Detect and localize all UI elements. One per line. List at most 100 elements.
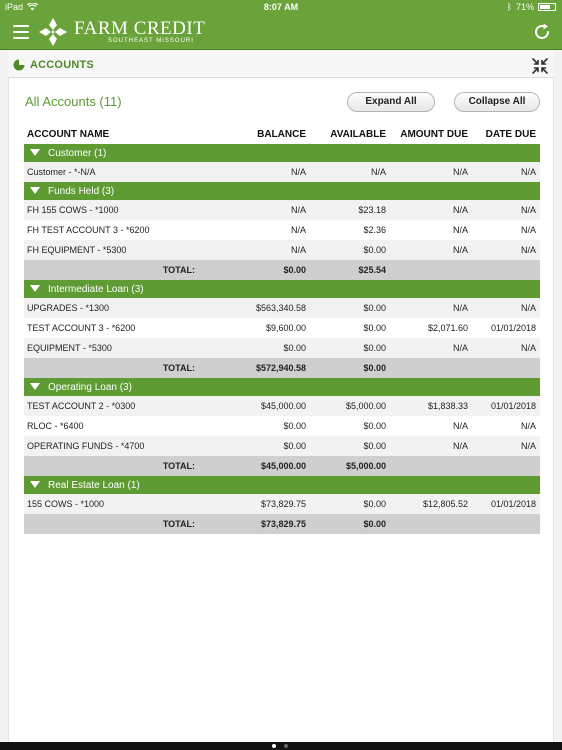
value-cell: $1,838.33 [390, 396, 472, 416]
value-cell: N/A [472, 298, 540, 318]
table-row[interactable]: UPGRADES - *1300 $563,340.58 $0.00 N/A N/A [24, 298, 540, 318]
battery-percent: 71% [515, 2, 534, 12]
value-cell: $0.00 [363, 421, 386, 431]
value-cell: $0.00 [199, 436, 310, 456]
account-name-cell: Customer - *-N/A [24, 162, 199, 182]
account-name-cell: 155 COWS - *1000 [24, 494, 199, 514]
value-cell: 01/01/2018 [472, 494, 540, 514]
page-indicator-bar [0, 742, 562, 750]
table-row[interactable]: FH TEST ACCOUNT 3 - *6200 N/A $2.36 N/A N/A [24, 220, 540, 240]
battery-icon [538, 3, 556, 11]
value-cell: N/A [199, 162, 310, 182]
value-cell: N/A [310, 162, 390, 182]
value-cell: N/A [452, 225, 468, 235]
triangle-down-icon[interactable] [30, 285, 40, 293]
leaf-logo-icon [39, 18, 67, 46]
account-name-cell: FH EQUIPMENT - *5300 [24, 240, 199, 260]
table-row[interactable]: Customer - *-N/A N/A N/A N/A N/A [24, 162, 540, 182]
table-row[interactable]: TEST ACCOUNT 2 - *0300 $45,000.00 $5,000.0… [24, 396, 540, 416]
accounts-table: ACCOUNT NAME BALANCE AVAILABLE AMOUNT DU… [24, 124, 540, 534]
value-cell: N/A [472, 240, 540, 260]
value-cell: $0.00 [199, 338, 310, 358]
column-header: ACCOUNT NAME [27, 128, 110, 140]
accounts-panel: All Accounts (11) Expand All Collapse Al… [8, 78, 554, 742]
collapse-all-button[interactable]: Collapse All [454, 92, 540, 112]
page-dot[interactable] [284, 744, 288, 748]
column-header: AMOUNT DUE [400, 128, 468, 140]
hamburger-menu-icon[interactable] [13, 25, 29, 39]
value-cell: N/A [520, 421, 536, 431]
triangle-down-icon[interactable] [30, 383, 40, 391]
accounts-section-bar: ACCOUNTS [8, 52, 554, 78]
value-cell: $0.00 [310, 338, 390, 358]
column-header: BALANCE [257, 128, 306, 140]
total-row: TOTAL: $73,829.75 $0.00 [24, 514, 540, 534]
value-cell: N/A [452, 421, 468, 431]
table-row[interactable]: FH 155 COWS - *1000 N/A $23.18 N/A N/A [24, 200, 540, 220]
total-available: $0.00 [310, 358, 390, 378]
triangle-down-icon[interactable] [30, 187, 40, 195]
triangle-down-icon[interactable] [30, 149, 40, 157]
empty-cell [390, 260, 472, 280]
value-cell: N/A [390, 436, 472, 456]
value-cell: $2.36 [363, 225, 386, 235]
bluetooth-icon: ᛒ [506, 2, 512, 12]
group-label: Customer (1) [48, 147, 107, 159]
value-cell: N/A [390, 240, 472, 260]
page-dot-active[interactable] [272, 744, 276, 748]
value-cell: N/A [472, 162, 540, 182]
group-header-row[interactable]: Real Estate Loan (1) [24, 476, 540, 494]
empty-cell [390, 514, 472, 534]
refresh-icon[interactable] [532, 22, 552, 42]
farm-credit-logo: FARM CREDIT SOUTHEAST MISSOURI [38, 14, 205, 50]
value-cell: $5,000.00 [310, 396, 390, 416]
total-row: TOTAL: $45,000.00 $5,000.00 [24, 456, 540, 476]
table-row[interactable]: FH EQUIPMENT - *5300 N/A $0.00 N/A N/A [24, 240, 540, 260]
total-balance: $45,000.00 [199, 456, 310, 476]
total-label: TOTAL: [24, 358, 199, 378]
table-row[interactable]: 155 COWS - *1000 $73,829.75 $0.00 $12,805.5… [24, 494, 540, 514]
value-cell: N/A [390, 200, 472, 220]
total-available: $5,000.00 [310, 456, 390, 476]
table-row[interactable]: RLOC - *6400 $0.00 $0.00 N/A N/A [24, 416, 540, 436]
value-cell: N/A [290, 225, 306, 235]
value-cell: N/A [472, 436, 540, 456]
empty-cell [472, 456, 540, 476]
total-label: TOTAL: [24, 260, 199, 280]
table-row[interactable]: OPERATING FUNDS - *4700 $0.00 $0.00 N/A N/A [24, 436, 540, 456]
empty-cell [472, 358, 540, 378]
account-name-cell: UPGRADES - *1300 [24, 298, 199, 318]
account-name-cell: RLOC - *6400 [27, 421, 84, 431]
value-cell: N/A [472, 200, 540, 220]
clock: 8:07 AM [263, 2, 299, 12]
status-bar: iPad 8:07 AM ᛒ 71% [0, 0, 562, 14]
value-cell: $0.00 [310, 240, 390, 260]
collapse-arrows-icon[interactable] [532, 58, 548, 74]
brand-name: FARM CREDIT [74, 18, 206, 39]
triangle-down-icon[interactable] [30, 481, 40, 489]
table-row[interactable]: EQUIPMENT - *5300 $0.00 $0.00 N/A N/A [24, 338, 540, 358]
total-available: $0.00 [310, 514, 390, 534]
table-header-row: ACCOUNT NAME BALANCE AVAILABLE AMOUNT DU… [24, 124, 540, 144]
group-header-row[interactable]: Customer (1) [24, 144, 540, 162]
value-cell: $0.00 [310, 436, 390, 456]
group-header-row[interactable]: Funds Held (3) [24, 182, 540, 200]
app-header: FARM CREDIT SOUTHEAST MISSOURI [0, 14, 562, 50]
account-name-cell: FH 155 COWS - *1000 [24, 200, 199, 220]
brand-subtitle: SOUTHEAST MISSOURI [108, 38, 194, 44]
expand-all-button[interactable]: Expand All [347, 92, 435, 112]
value-cell: $2,071.60 [427, 323, 468, 333]
empty-cell [472, 260, 540, 280]
group-header-row[interactable]: Intermediate Loan (3) [24, 280, 540, 298]
value-cell: N/A [199, 200, 310, 220]
table-row[interactable]: TEST ACCOUNT 3 - *6200 $9,600.00 $0.00 $2,0… [24, 318, 540, 338]
value-cell: $23.18 [310, 200, 390, 220]
account-name-cell: TEST ACCOUNT 2 - *0300 [24, 396, 199, 416]
account-name-cell: FH TEST ACCOUNT 3 - *6200 [27, 225, 150, 235]
empty-cell [390, 358, 472, 378]
column-header: AVAILABLE [330, 128, 386, 140]
value-cell: 01/01/2018 [490, 323, 536, 333]
group-label: Intermediate Loan (3) [48, 283, 144, 295]
group-header-row[interactable]: Operating Loan (3) [24, 378, 540, 396]
group-label: Operating Loan (3) [48, 381, 132, 393]
